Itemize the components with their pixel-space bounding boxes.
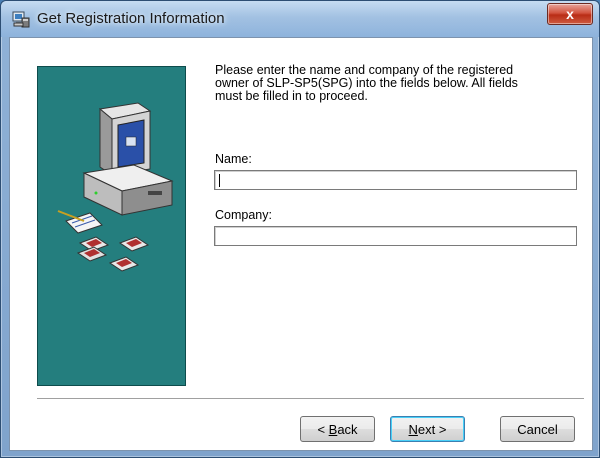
cancel-button[interactable]: Cancel: [500, 416, 575, 442]
next-button[interactable]: Next >: [390, 416, 465, 442]
close-button[interactable]: x: [547, 3, 593, 25]
window-title: Get Registration Information: [37, 10, 225, 27]
registration-dialog: Get Registration Information x Please en…: [0, 0, 600, 458]
computer-with-disks-illustration: [57, 102, 174, 272]
company-field[interactable]: [214, 226, 577, 246]
separator-line: [37, 398, 584, 400]
next-button-suffix: ext >: [417, 421, 447, 437]
name-label: Name:: [215, 152, 252, 166]
back-button-suffix: ack: [337, 421, 358, 437]
dialog-client-area: Please enter the name and company of the…: [9, 37, 593, 451]
side-panel: [37, 66, 186, 386]
cancel-button-label: Cancel: [517, 421, 558, 437]
text-caret: [219, 174, 220, 187]
name-field[interactable]: [214, 170, 577, 190]
company-label: Company:: [215, 208, 272, 222]
close-icon: x: [566, 6, 574, 22]
back-button-prefix: <: [317, 421, 329, 437]
back-button[interactable]: < Back: [300, 416, 375, 442]
title-bar[interactable]: Get Registration Information x: [1, 1, 599, 37]
instructions-text: Please enter the name and company of the…: [215, 64, 575, 103]
instructions-line-3: must be filled in to proceed.: [215, 89, 368, 103]
next-button-mnemonic: N: [408, 421, 418, 437]
back-button-mnemonic: B: [328, 421, 338, 437]
setup-icon: [11, 9, 31, 29]
